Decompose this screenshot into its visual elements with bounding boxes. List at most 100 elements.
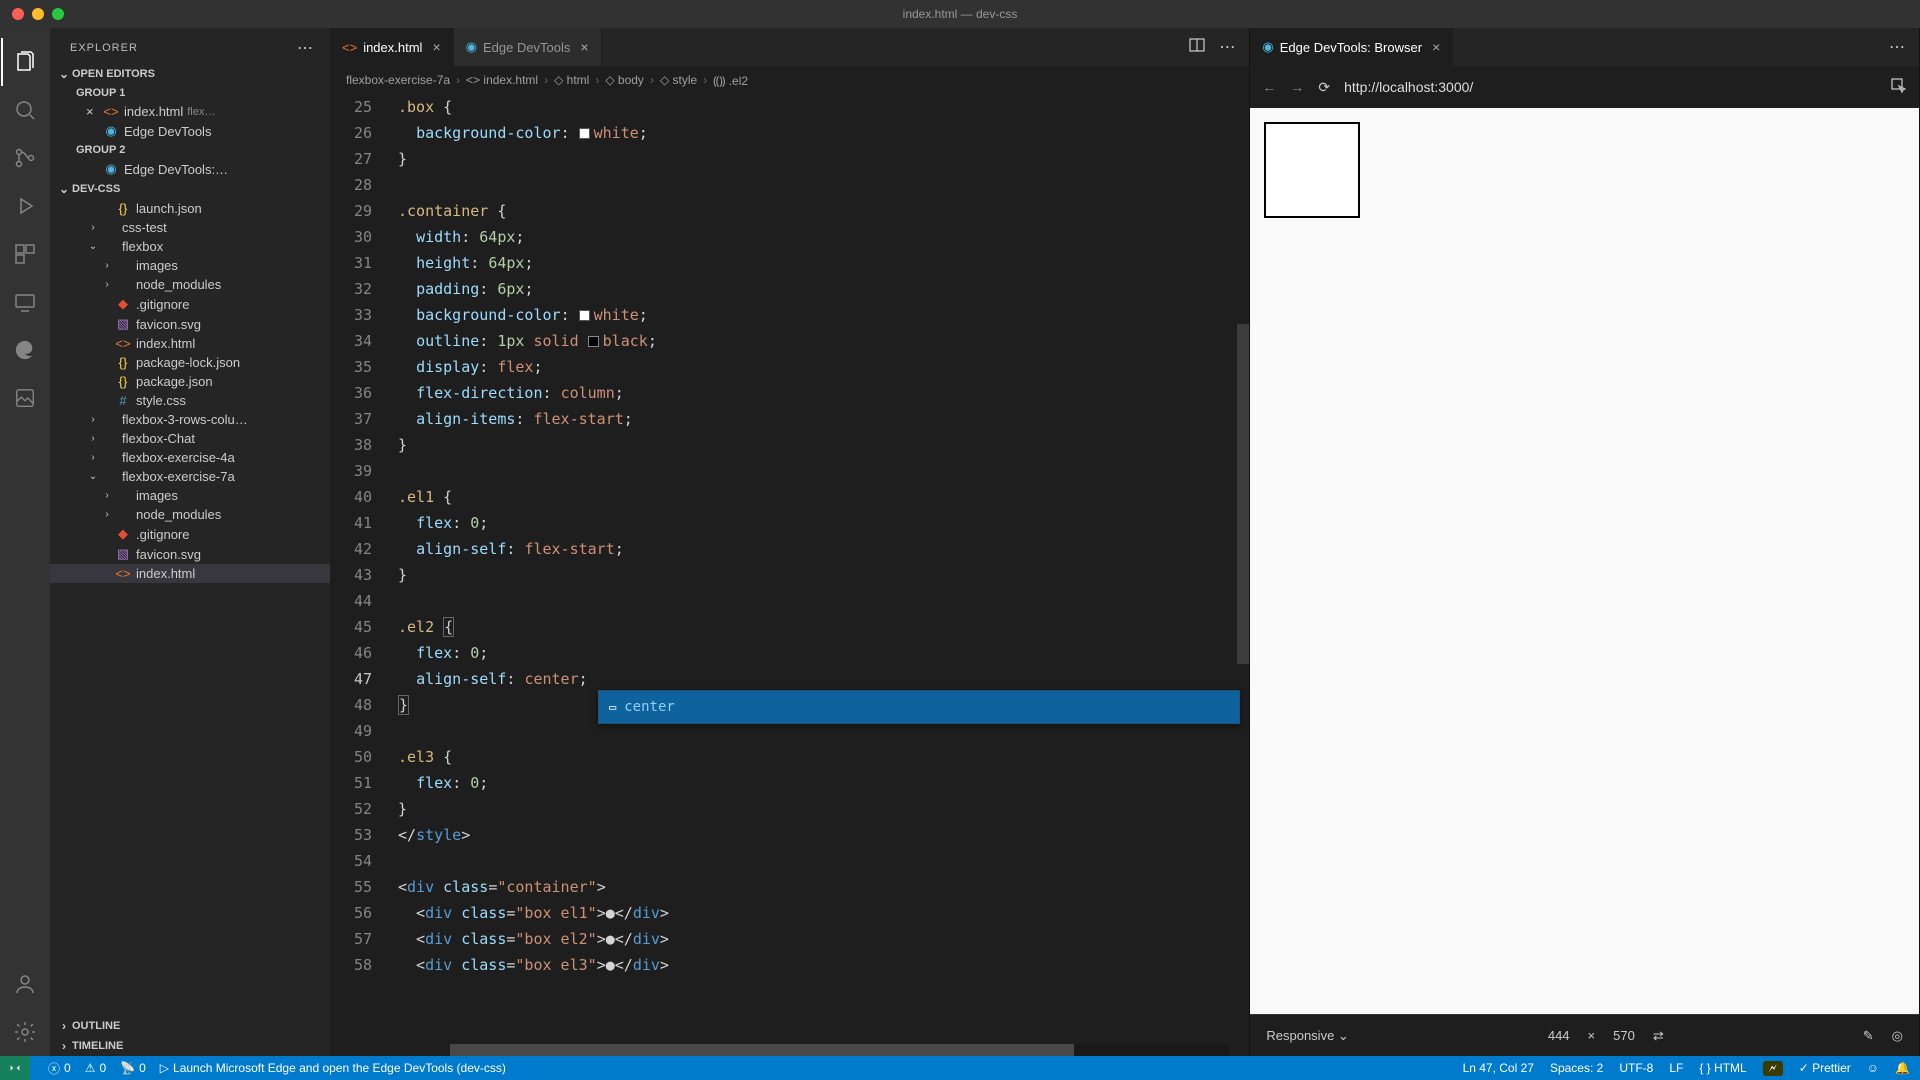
- tree-item[interactable]: ◆.gitignore: [50, 524, 330, 544]
- split-editor-icon[interactable]: [1189, 37, 1205, 58]
- breadcrumbs[interactable]: flexbox-exercise-7a›<> index.html›◇ html…: [330, 66, 1249, 94]
- autocomplete-popup[interactable]: ▭ center: [598, 690, 1240, 724]
- edge-icon[interactable]: [1, 326, 49, 374]
- code-line[interactable]: [398, 588, 1249, 614]
- code-line[interactable]: flex: 0;: [398, 640, 1249, 666]
- code-editor[interactable]: 2526272829303132333435363738394041424344…: [330, 94, 1249, 1056]
- tree-item[interactable]: ›node_modules: [50, 275, 330, 294]
- editor-more-icon[interactable]: ⋯: [1219, 37, 1235, 58]
- remote-indicator[interactable]: [0, 1056, 30, 1080]
- tree-item[interactable]: #style.css: [50, 391, 330, 410]
- code-line[interactable]: <div class="box el1">●</div>: [398, 900, 1249, 926]
- browser-forward-icon[interactable]: →: [1290, 79, 1304, 95]
- code-line[interactable]: width: 64px;: [398, 224, 1249, 250]
- status-bell-icon[interactable]: 🔔: [1895, 1061, 1910, 1075]
- tab[interactable]: ◉Edge DevTools×: [454, 28, 602, 66]
- tree-item[interactable]: ▧favicon.svg: [50, 314, 330, 334]
- target-icon[interactable]: ◎: [1892, 1028, 1903, 1044]
- code-line[interactable]: height: 64px;: [398, 250, 1249, 276]
- minimap-scrollbar[interactable]: [1237, 324, 1249, 664]
- breadcrumb-item[interactable]: flexbox-exercise-7a: [346, 73, 450, 87]
- tree-item[interactable]: ›node_modules: [50, 505, 330, 524]
- code-line[interactable]: }: [398, 146, 1249, 172]
- tree-item[interactable]: ▧favicon.svg: [50, 544, 330, 564]
- tree-item[interactable]: <>index.html: [50, 564, 330, 583]
- tree-item[interactable]: ›css-test: [50, 218, 330, 237]
- code-line[interactable]: [398, 172, 1249, 198]
- breadcrumb-item[interactable]: ◇ html: [554, 73, 589, 87]
- status-go-live[interactable]: 🗲: [1763, 1061, 1783, 1076]
- section-project[interactable]: ⌄DEV-CSS: [50, 179, 330, 199]
- code-line[interactable]: <div class="container">: [398, 874, 1249, 900]
- code-line[interactable]: }: [398, 562, 1249, 588]
- code-line[interactable]: <div class="box el2">●</div>: [398, 926, 1249, 952]
- code-line[interactable]: .container {: [398, 198, 1249, 224]
- edit-icon[interactable]: ✎: [1863, 1028, 1874, 1044]
- code-line[interactable]: }: [398, 432, 1249, 458]
- status-prettier[interactable]: ✓ Prettier: [1799, 1061, 1851, 1075]
- code-line[interactable]: display: flex;: [398, 354, 1249, 380]
- close-icon[interactable]: ×: [1432, 39, 1440, 55]
- tab[interactable]: <>index.html×: [330, 28, 454, 66]
- code-line[interactable]: .el3 {: [398, 744, 1249, 770]
- close-icon[interactable]: ×: [432, 39, 440, 55]
- status-port[interactable]: 📡 0: [120, 1061, 146, 1075]
- tree-item[interactable]: {}package.json: [50, 372, 330, 391]
- horizontal-scrollbar[interactable]: [450, 1044, 1229, 1056]
- code-line[interactable]: .box {: [398, 94, 1249, 120]
- code-line[interactable]: flex: 0;: [398, 770, 1249, 796]
- tree-item[interactable]: ›flexbox-Chat: [50, 429, 330, 448]
- breadcrumb-item[interactable]: ◇ body: [605, 73, 644, 87]
- tab[interactable]: ◉Edge DevTools: Browser×: [1250, 28, 1453, 66]
- tree-item[interactable]: ◆.gitignore: [50, 294, 330, 314]
- status-warnings[interactable]: ⚠ 0: [85, 1061, 106, 1075]
- explorer-more-icon[interactable]: ⋯: [297, 38, 314, 58]
- tree-item[interactable]: ›flexbox-3-rows-colu…: [50, 410, 330, 429]
- code-line[interactable]: [398, 848, 1249, 874]
- source-control-icon[interactable]: [1, 134, 49, 182]
- minimize-icon[interactable]: [32, 8, 44, 20]
- open-editor-item[interactable]: ×<>index.htmlflex…: [50, 102, 330, 121]
- status-spaces[interactable]: Spaces: 2: [1550, 1061, 1603, 1075]
- screencast-icon[interactable]: [1, 278, 49, 326]
- status-errors[interactable]: ⓧ 0: [48, 1060, 71, 1077]
- explorer-icon[interactable]: [1, 38, 49, 86]
- code-line[interactable]: align-items: flex-start;: [398, 406, 1249, 432]
- code-line[interactable]: background-color: white;: [398, 302, 1249, 328]
- tree-item[interactable]: {}launch.json: [50, 199, 330, 218]
- code-line[interactable]: flex: 0;: [398, 510, 1249, 536]
- browser-reload-icon[interactable]: ⟳: [1318, 79, 1330, 96]
- code-line[interactable]: .el1 {: [398, 484, 1249, 510]
- tree-item[interactable]: ›images: [50, 486, 330, 505]
- device-width[interactable]: 444: [1548, 1028, 1570, 1043]
- status-encoding[interactable]: UTF-8: [1619, 1061, 1653, 1075]
- suggest-item-label[interactable]: center: [624, 694, 675, 720]
- code-line[interactable]: }: [398, 796, 1249, 822]
- code-line[interactable]: background-color: white;: [398, 120, 1249, 146]
- close-icon[interactable]: ×: [86, 104, 102, 119]
- code-line[interactable]: .el2 {: [398, 614, 1249, 640]
- code-line[interactable]: <div class="box el3">●</div>: [398, 952, 1249, 978]
- tree-item[interactable]: ⌄flexbox-exercise-7a: [50, 467, 330, 486]
- tree-item[interactable]: ›flexbox-exercise-4a: [50, 448, 330, 467]
- browser-more-icon[interactable]: ⋯: [1889, 37, 1905, 57]
- code-line[interactable]: </style>: [398, 822, 1249, 848]
- gallery-icon[interactable]: [1, 374, 49, 422]
- browser-url[interactable]: http://localhost:3000/: [1344, 79, 1877, 95]
- section-open-editors[interactable]: ⌄OPEN EDITORS: [50, 64, 330, 84]
- status-language[interactable]: { } HTML: [1699, 1061, 1746, 1075]
- tree-item[interactable]: <>index.html: [50, 334, 330, 353]
- status-eol[interactable]: LF: [1669, 1061, 1683, 1075]
- code-line[interactable]: padding: 6px;: [398, 276, 1249, 302]
- status-cursor[interactable]: Ln 47, Col 27: [1463, 1061, 1534, 1075]
- device-select[interactable]: Responsive ⌄: [1266, 1028, 1348, 1044]
- device-height[interactable]: 570: [1613, 1028, 1635, 1043]
- code-line[interactable]: outline: 1px solid black;: [398, 328, 1249, 354]
- breadcrumb-item[interactable]: ⸨⸩ .el2: [713, 72, 748, 89]
- code-line[interactable]: flex-direction: column;: [398, 380, 1249, 406]
- maximize-icon[interactable]: [52, 8, 64, 20]
- code-line[interactable]: align-self: flex-start;: [398, 536, 1249, 562]
- extensions-icon[interactable]: [1, 230, 49, 278]
- breadcrumb-item[interactable]: <> index.html: [466, 73, 538, 87]
- tree-item[interactable]: ⌄flexbox: [50, 237, 330, 256]
